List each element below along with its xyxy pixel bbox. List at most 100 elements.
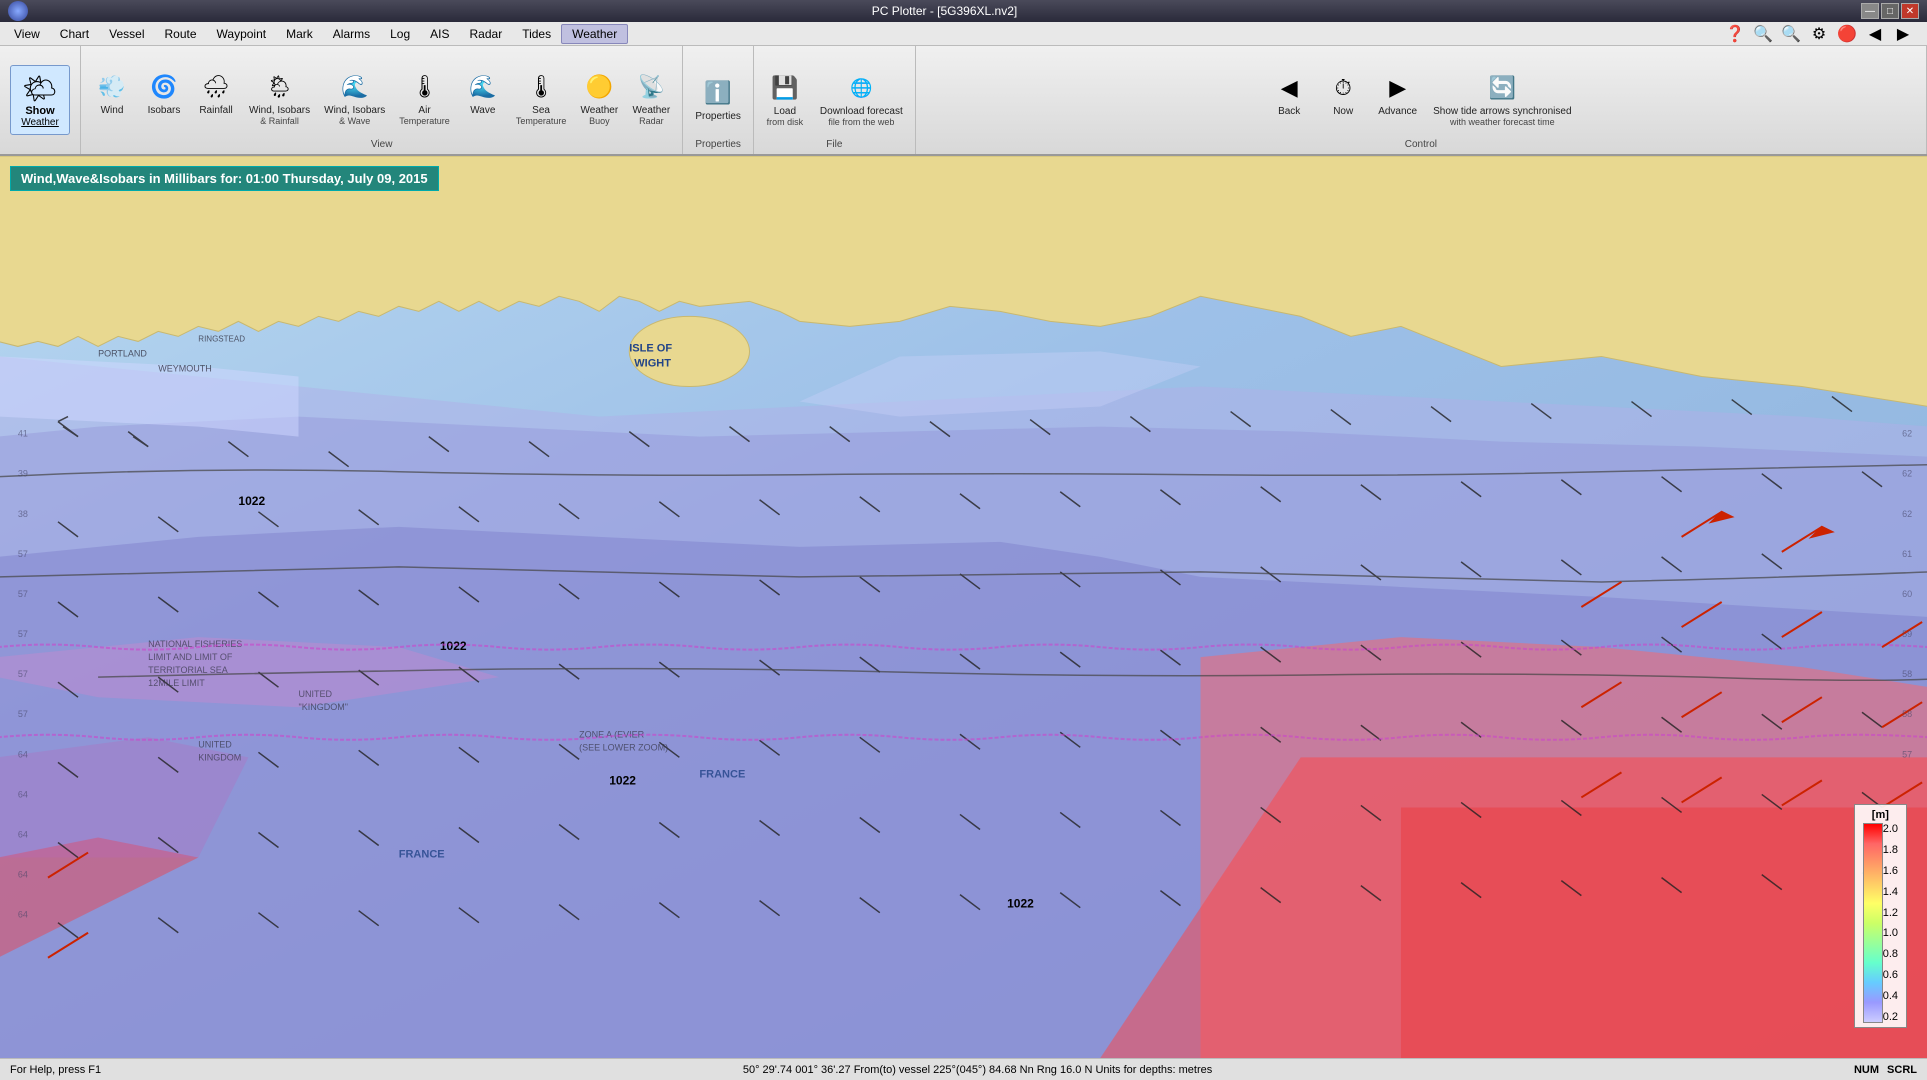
menu-log[interactable]: Log — [380, 25, 420, 43]
file-buttons-row: 💾 Load from disk 🌐 Download forecast fil… — [760, 68, 909, 132]
rainfall-button[interactable]: 🌧 Rainfall — [191, 67, 241, 131]
menu-waypoint[interactable]: Waypoint — [207, 25, 277, 43]
back-button[interactable]: ◀ Back — [1264, 68, 1314, 132]
isobars-icon: 🌀 — [148, 71, 180, 103]
weather-info-box: Wind,Wave&Isobars in Millibars for: 01:0… — [10, 166, 439, 191]
now-button[interactable]: ⏱ Now — [1318, 68, 1368, 132]
show-tide-arrows-icon: 🔄 — [1486, 72, 1518, 104]
svg-text:64: 64 — [18, 910, 28, 920]
scale-bar — [1863, 823, 1883, 1023]
wind-isobars-rainfall-button[interactable]: 🌦 Wind, Isobars & Rainfall — [243, 67, 316, 131]
menu-weather[interactable]: Weather — [561, 24, 628, 44]
svg-text:RINGSTEAD: RINGSTEAD — [198, 334, 245, 343]
load-disk-button[interactable]: 💾 Load from disk — [760, 68, 810, 132]
minimize-button[interactable]: — — [1861, 3, 1879, 19]
svg-text:12MILE LIMIT: 12MILE LIMIT — [148, 678, 205, 688]
wind-button[interactable]: 💨 Wind — [87, 67, 137, 131]
weather-radar-button[interactable]: 📡 Weather Radar — [626, 67, 676, 131]
menu-bar: View Chart Vessel Route Waypoint Mark Al… — [0, 22, 1927, 46]
zoom-in-icon[interactable]: 🔍 — [1751, 22, 1775, 46]
toolbar-group-properties: ℹ️ Properties Properties — [683, 46, 754, 154]
window-title: PC Plotter - [5G396XL.nv2] — [28, 4, 1861, 18]
svg-text:62: 62 — [1902, 429, 1912, 439]
weather-buoy-button[interactable]: 🟡 Weather Buoy — [574, 67, 624, 131]
svg-text:41: 41 — [18, 429, 28, 439]
svg-text:62: 62 — [1902, 509, 1912, 519]
svg-text:(SEE LOWER ZOOM): (SEE LOWER ZOOM) — [579, 742, 668, 752]
wave-button[interactable]: 🌊 Wave — [458, 67, 508, 131]
toolbar-group-show-weather: 🌤 Show Weather — [0, 46, 81, 154]
rainfall-icon: 🌧 — [200, 71, 232, 103]
show-tide-arrows-button[interactable]: 🔄 Show tide arrows synchronised with wea… — [1427, 68, 1577, 132]
wind-isobars-wave-button[interactable]: 🌊 Wind, Isobars & Wave — [318, 67, 391, 131]
svg-text:59: 59 — [1902, 629, 1912, 639]
advance-icon: ▶ — [1382, 72, 1414, 104]
map-area[interactable]: 1022 1022 1022 1022 ISLE OF WIGHT WEYMOU… — [0, 156, 1927, 1058]
weather-buoy-icon: 🟡 — [583, 71, 615, 103]
show-weather-button[interactable]: 🌤 Show Weather — [10, 65, 70, 135]
view-group-label: View — [81, 139, 682, 150]
close-button[interactable]: ✕ — [1901, 3, 1919, 19]
toolbar-group-file: 💾 Load from disk 🌐 Download forecast fil… — [754, 46, 916, 154]
zoom-out-icon[interactable]: 🔍 — [1779, 22, 1803, 46]
properties-button[interactable]: ℹ️ Properties — [689, 73, 747, 127]
svg-text:UNITED: UNITED — [198, 739, 232, 749]
download-forecast-button[interactable]: 🌐 Download forecast file from the web — [814, 68, 909, 132]
isobars-button[interactable]: 🌀 Isobars — [139, 67, 189, 131]
svg-text:WEYMOUTH: WEYMOUTH — [158, 363, 212, 373]
advance-button[interactable]: ▶ Advance — [1372, 68, 1423, 132]
help-text: For Help, press F1 — [10, 1064, 101, 1076]
svg-text:57: 57 — [18, 669, 28, 679]
back-icon: ◀ — [1273, 72, 1305, 104]
file-group-label: File — [754, 139, 915, 150]
download-forecast-icon: 🌐 — [845, 72, 877, 104]
menu-route[interactable]: Route — [155, 25, 207, 43]
menu-chart[interactable]: Chart — [50, 25, 99, 43]
next-icon[interactable]: ▶ — [1891, 22, 1915, 46]
wind-isobars-wave-icon: 🌊 — [339, 71, 371, 103]
help-icon[interactable]: ❓ — [1723, 22, 1747, 46]
scale-unit: [m] — [1872, 809, 1889, 821]
settings-icon[interactable]: ⚙ — [1807, 22, 1831, 46]
svg-text:57: 57 — [18, 549, 28, 559]
svg-text:60: 60 — [1902, 589, 1912, 599]
air-temperature-button[interactable]: 🌡 Air Temperature — [393, 67, 456, 131]
menu-ais[interactable]: AIS — [420, 25, 459, 43]
svg-text:39: 39 — [18, 469, 28, 479]
svg-text:38: 38 — [18, 509, 28, 519]
num-label: NUM — [1854, 1064, 1879, 1076]
menu-view[interactable]: View — [4, 25, 50, 43]
svg-text:ISLE OF: ISLE OF — [629, 342, 672, 354]
lifering-icon[interactable]: 🔴 — [1835, 22, 1859, 46]
control-buttons-row: ◀ Back ⏱ Now ▶ Advance 🔄 Show tide arrow… — [1264, 68, 1577, 132]
air-temperature-icon: 🌡 — [409, 71, 441, 103]
svg-text:PORTLAND: PORTLAND — [98, 348, 147, 358]
menu-alarms[interactable]: Alarms — [323, 25, 380, 43]
color-scale-legend: [m] 2.0 1.8 1.6 1.4 1.2 1.0 0.8 0.6 0.4 … — [1854, 804, 1907, 1028]
svg-text:58: 58 — [1902, 709, 1912, 719]
svg-text:TERRITORIAL SEA: TERRITORIAL SEA — [148, 665, 228, 675]
svg-text:WIGHT: WIGHT — [634, 357, 671, 369]
svg-text:1022: 1022 — [609, 773, 636, 787]
menu-tides[interactable]: Tides — [512, 25, 561, 43]
scroll-label: SCRL — [1887, 1064, 1917, 1076]
menu-vessel[interactable]: Vessel — [99, 25, 154, 43]
menu-radar[interactable]: Radar — [460, 25, 513, 43]
svg-text:1022: 1022 — [440, 639, 467, 653]
menu-mark[interactable]: Mark — [276, 25, 323, 43]
svg-text:1022: 1022 — [1007, 897, 1034, 911]
svg-text:64: 64 — [18, 830, 28, 840]
weather-info-text: Wind,Wave&Isobars in Millibars for: 01:0… — [21, 171, 428, 186]
sea-temperature-button[interactable]: 🌡 Sea Temperature — [510, 67, 573, 131]
prev-icon[interactable]: ◀ — [1863, 22, 1887, 46]
wind-isobars-rainfall-icon: 🌦 — [264, 71, 296, 103]
svg-text:61: 61 — [1902, 549, 1912, 559]
svg-text:64: 64 — [18, 749, 28, 759]
properties-group-label: Properties — [683, 139, 753, 150]
svg-text:KINGDOM: KINGDOM — [198, 752, 241, 762]
svg-text:"KINGDOM": "KINGDOM" — [299, 702, 348, 712]
maximize-button[interactable]: □ — [1881, 3, 1899, 19]
svg-text:1022: 1022 — [238, 494, 265, 508]
window-controls: — □ ✕ — [1861, 3, 1919, 19]
scale-labels: 2.0 1.8 1.6 1.4 1.2 1.0 0.8 0.6 0.4 0.2 — [1883, 823, 1898, 1023]
